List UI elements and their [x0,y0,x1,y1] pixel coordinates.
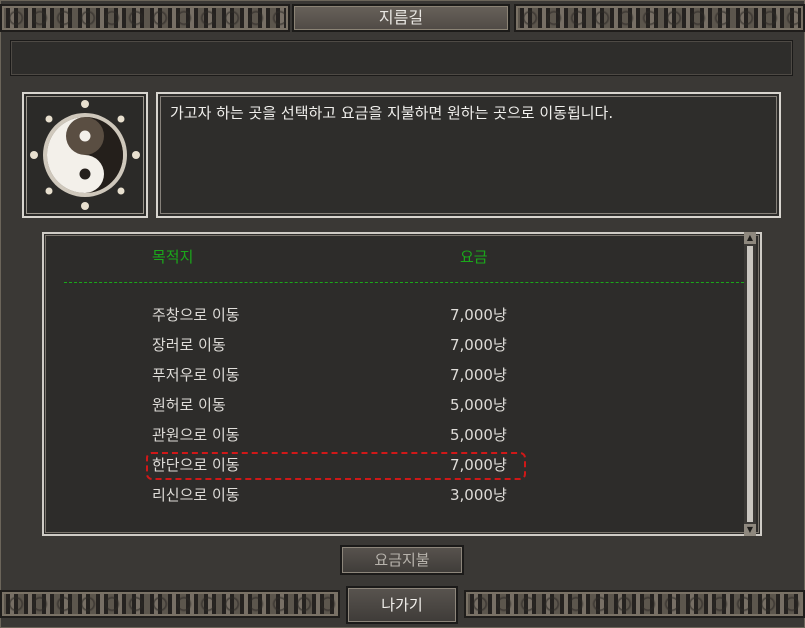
fee-label: 7,000냥 [450,336,507,354]
destination-label: 주창으로 이동 [152,306,240,324]
pay-button[interactable]: 요금지불 [340,545,464,575]
destination-label: 리신으로 이동 [152,486,240,504]
list-item[interactable]: 장러로 이동 7,000냥 [42,332,742,358]
scroll-track[interactable] [747,246,753,522]
scroll-up-icon[interactable]: ▲ [744,232,756,244]
scroll-down-icon[interactable]: ▼ [744,524,756,536]
column-header-fee: 요금 [460,248,488,266]
fee-label: 7,000냥 [450,306,507,324]
fee-label: 7,000냥 [450,366,507,384]
fee-label: 5,000냥 [450,396,507,414]
top-right-ornament [514,4,805,32]
window-title: 지름길 [292,4,510,32]
list-item[interactable]: 관원으로 이동 5,000냥 [42,422,742,448]
fee-label: 5,000냥 [450,426,507,444]
description-text: 가고자 하는 곳을 선택하고 요금을 지불하면 원하는 곳으로 이동됩니다. [170,104,614,122]
destination-list: 목적지 요금 주창으로 이동 7,000냥 장러로 이동 7,000냥 푸저우로… [42,232,762,536]
destination-label: 관원으로 이동 [152,426,240,444]
list-item[interactable]: 푸저우로 이동 7,000냥 [42,362,742,388]
destination-label: 장러로 이동 [152,336,226,354]
list-item[interactable]: 주창으로 이동 7,000냥 [42,302,742,328]
fee-label: 3,000냥 [450,486,507,504]
selection-highlight [146,452,526,480]
list-scrollbar[interactable]: ▲ ▼ [744,232,756,536]
header-bar [10,40,793,76]
description-box: 가고자 하는 곳을 선택하고 요금을 지불하면 원하는 곳으로 이동됩니다. [156,92,781,218]
top-left-ornament [0,4,290,32]
shortcut-window: 지름길 가고자 하는 곳을 선택하고 요금을 지불하면 원하는 곳으로 이동됩니… [0,0,805,628]
exit-button[interactable]: 나가기 [346,586,458,624]
emblem-frame [22,92,148,218]
column-header-destination: 목적지 [152,248,194,266]
bottom-right-ornament [464,590,805,618]
yin-yang-icon [30,100,140,210]
destination-label: 원허로 이동 [152,396,226,414]
list-item[interactable]: 원허로 이동 5,000냥 [42,392,742,418]
list-item[interactable]: 리신으로 이동 3,000냥 [42,482,742,508]
header-divider [64,282,744,283]
bottom-left-ornament [0,590,340,618]
destination-label: 푸저우로 이동 [152,366,240,384]
